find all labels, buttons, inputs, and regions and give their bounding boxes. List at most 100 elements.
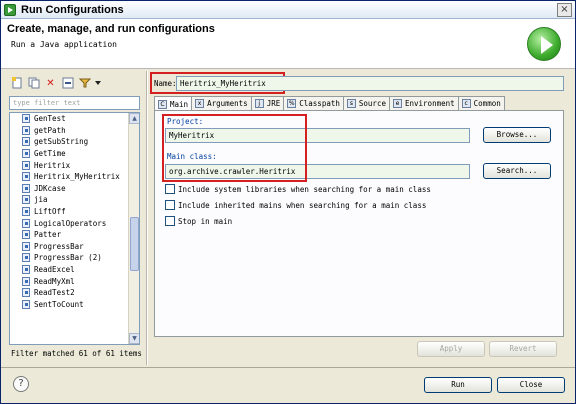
duplicate-icon[interactable]: [26, 76, 41, 91]
list-item-label: getPath: [34, 125, 66, 135]
new-config-icon[interactable]: [9, 76, 24, 91]
apply-button[interactable]: Apply: [417, 341, 485, 357]
checkbox[interactable]: [165, 216, 175, 226]
list-item[interactable]: SentToCount: [10, 299, 128, 311]
list-item[interactable]: getSubString: [10, 136, 128, 148]
list-item-label: ReadMyXml: [34, 276, 75, 286]
filter-input[interactable]: type filter text: [9, 96, 140, 110]
collapse-icon[interactable]: [60, 76, 75, 91]
tab-jre[interactable]: j JRE: [250, 96, 285, 110]
java-app-icon: [22, 253, 30, 263]
list-item-label: ProgressBar: [34, 241, 84, 251]
scroll-up-icon[interactable]: ▲: [129, 113, 139, 124]
run-icon: [527, 27, 561, 61]
tab-environment[interactable]: e Environment: [388, 96, 459, 110]
list-item-label: Heritrix: [34, 160, 71, 170]
checkbox[interactable]: [165, 184, 175, 194]
list-item-label: Patter: [34, 230, 62, 240]
tab-common[interactable]: c Common: [457, 96, 505, 110]
checkbox-label: Stop in main: [178, 216, 233, 226]
list-item[interactable]: LiftOff: [10, 206, 128, 218]
name-input[interactable]: Heritrix_MyHeritrix: [176, 76, 564, 91]
footer-separator: [1, 367, 575, 368]
pane-splitter[interactable]: [146, 71, 148, 365]
java-app-icon: [22, 149, 30, 159]
check-include-system-libraries[interactable]: Include system libraries when searching …: [165, 184, 431, 194]
scroll-thumb[interactable]: [130, 217, 139, 271]
java-app-icon: [22, 299, 30, 309]
banner-headline: Create, manage, and run configurations: [7, 23, 215, 35]
list-item[interactable]: Heritrix: [10, 159, 128, 171]
tab-main[interactable]: C Main: [154, 96, 193, 111]
name-label: Name:: [154, 79, 177, 88]
check-include-inherited-mains[interactable]: Include inherited mains when searching f…: [165, 200, 426, 210]
list-item[interactable]: getPath: [10, 125, 128, 137]
title-bar[interactable]: Run Configurations ×: [1, 1, 575, 19]
checkbox[interactable]: [165, 200, 175, 210]
tree-scrollbar[interactable]: ▲ ▼: [128, 113, 139, 344]
checkbox-label: Include inherited mains when searching f…: [178, 200, 427, 210]
list-item[interactable]: ProgressBar (2): [10, 252, 128, 264]
window-title: Run Configurations: [21, 3, 124, 16]
tab-label: Classpath: [299, 99, 340, 108]
list-item[interactable]: ReadMyXml: [10, 275, 128, 287]
banner-subline: Run a Java application: [11, 40, 117, 49]
delete-icon[interactable]: ✕: [43, 76, 58, 91]
arguments-icon: x: [195, 99, 205, 108]
java-app-icon: [22, 288, 30, 298]
scroll-down-icon[interactable]: ▼: [129, 333, 139, 344]
configuration-tree[interactable]: GenTest getPath getSubString GetTime Heritri…: [9, 112, 140, 345]
check-stop-in-main[interactable]: Stop in main: [165, 216, 232, 226]
list-item[interactable]: ReadExcel: [10, 264, 128, 276]
list-item-label: getSubString: [34, 137, 89, 147]
java-app-icon: [22, 276, 30, 286]
configuration-list: GenTest getPath getSubString GetTime Heritri…: [10, 113, 128, 310]
revert-button[interactable]: Revert: [489, 341, 557, 357]
run-button[interactable]: Run: [424, 377, 492, 393]
tab-classpath[interactable]: % Classpath: [283, 96, 344, 110]
environment-icon: e: [392, 99, 402, 108]
tab-label: Common: [473, 99, 501, 108]
java-app-icon: [22, 218, 30, 228]
filter-icon[interactable]: [77, 76, 92, 91]
list-item[interactable]: GetTime: [10, 148, 128, 160]
list-item[interactable]: jia: [10, 194, 128, 206]
tab-arguments[interactable]: x Arguments: [191, 96, 252, 110]
search-button[interactable]: Search...: [483, 163, 551, 179]
list-item-label: Heritrix_MyHeritrix: [34, 172, 120, 182]
list-item[interactable]: GenTest: [10, 113, 128, 125]
browse-button[interactable]: Browse...: [483, 127, 551, 143]
java-app-icon: [22, 230, 30, 240]
main-tab-icon: C: [158, 99, 167, 109]
list-item-label: ProgressBar (2): [34, 253, 102, 263]
java-app-icon: [22, 172, 30, 182]
java-app-icon: [22, 195, 30, 205]
list-item[interactable]: JDKcase: [10, 183, 128, 195]
list-item-label: SentToCount: [34, 299, 84, 309]
run-configurations-dialog: Run Configurations × Create, manage, and…: [0, 0, 576, 404]
list-item-label: LogicalOperators: [34, 218, 107, 228]
list-item[interactable]: ProgressBar: [10, 241, 128, 253]
filter-status: Filter matched 61 of 61 items: [11, 349, 142, 358]
dropdown-arrow-icon[interactable]: [94, 76, 102, 91]
list-item-label: GetTime: [34, 149, 66, 159]
list-item[interactable]: ReadTest2: [10, 287, 128, 299]
list-item-label: JDKcase: [34, 183, 66, 193]
checkbox-label: Include system libraries when searching …: [178, 184, 431, 194]
java-app-icon: [22, 160, 30, 170]
jre-icon: j: [254, 99, 264, 108]
window-close-button[interactable]: ×: [557, 3, 572, 17]
java-app-icon: [22, 207, 30, 217]
java-app-icon: [22, 137, 30, 147]
tab-label: Arguments: [207, 99, 248, 108]
help-icon[interactable]: ?: [13, 376, 29, 392]
tab-bar: C Main x Arguments j JRE % Classpath s S…: [154, 96, 505, 111]
java-app-icon: [22, 265, 30, 275]
list-item[interactable]: LogicalOperators: [10, 217, 128, 229]
list-item[interactable]: Patter: [10, 229, 128, 241]
java-app-icon: [22, 241, 30, 251]
list-item[interactable]: Heritrix_MyHeritrix: [10, 171, 128, 183]
tab-source[interactable]: s Source: [342, 96, 390, 110]
close-button[interactable]: Close: [497, 377, 565, 393]
tab-label: Source: [358, 99, 386, 108]
